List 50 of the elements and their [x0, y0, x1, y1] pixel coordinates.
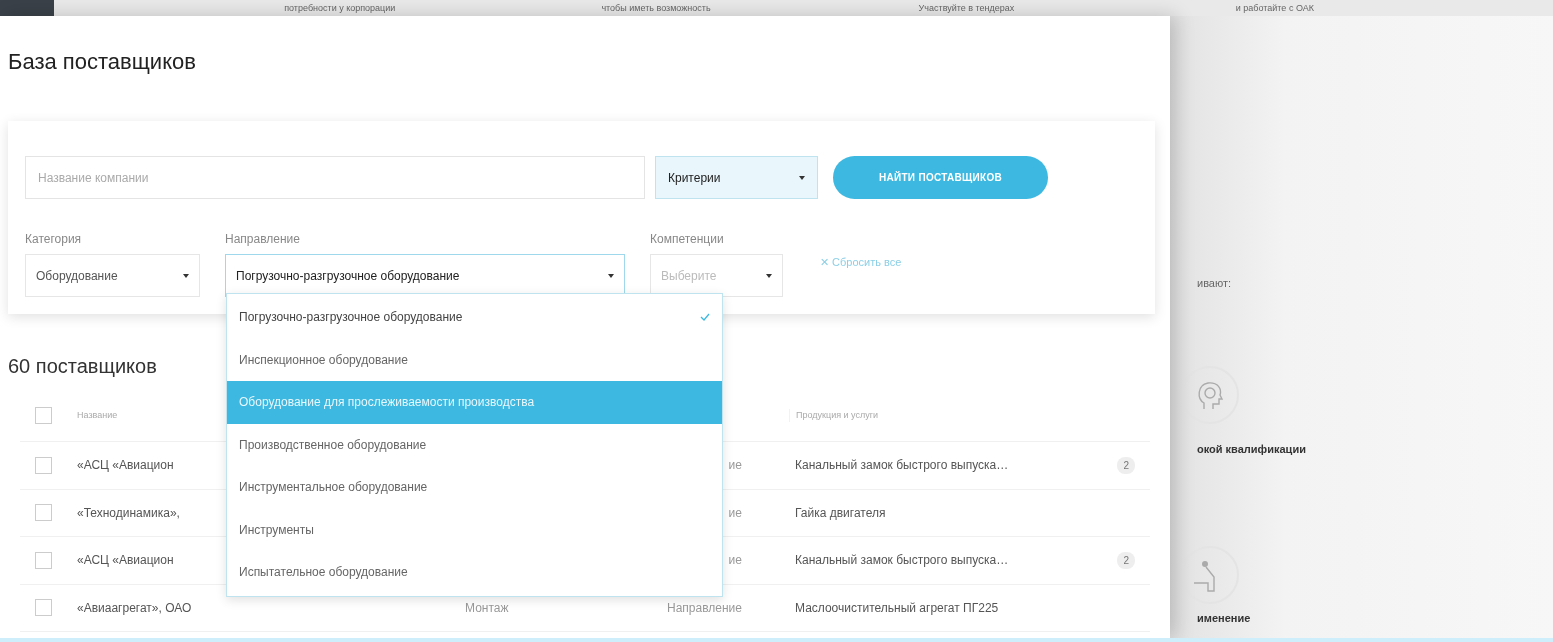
table-cell-text: Гайка двигателя [795, 504, 886, 522]
filter-label: Компетенции [650, 232, 725, 246]
filter-label: Направление [225, 232, 301, 246]
table-cell: «АСЦ «Авиацион [77, 553, 174, 568]
checkbox[interactable] [35, 599, 52, 617]
dark-block [0, 0, 55, 16]
dropdown-option[interactable]: Инструменты [227, 508, 722, 551]
page-title: База поставщиков [8, 48, 197, 76]
table-cell: Монтаж [465, 600, 509, 615]
checkbox[interactable] [35, 407, 52, 424]
caret-icon [766, 273, 772, 278]
caret-icon [608, 273, 614, 278]
feature-title: окой квалификации [1197, 442, 1307, 456]
checkbox[interactable] [35, 504, 52, 522]
filter-label: Категория [25, 232, 83, 246]
table-cell-text: Канальный замок быстрого выпуска… [795, 457, 1009, 475]
column-header: Продукция и услуги [789, 408, 878, 423]
search-field[interactable]: Название компании [25, 156, 645, 199]
feature-title: именение [1197, 611, 1252, 625]
banner-text: чтобы иметь возможность [601, 3, 712, 13]
table-cell-text: Маслоочистительный агрегат ПГ225 [795, 599, 999, 617]
table-cell: «Технодинамика», [77, 505, 180, 520]
table-cell: Направление [667, 600, 742, 615]
dropdown-option[interactable]: Инструментальное оборудование [227, 466, 722, 509]
table-cell: ие [728, 553, 742, 568]
banner-text: и работайте с ОАК [1235, 3, 1315, 13]
filter-select[interactable]: Оборудование [25, 254, 200, 297]
caret-icon [799, 175, 805, 180]
criteria-select[interactable]: Критерии [655, 156, 818, 199]
banner-text: потребности у корпорации [284, 3, 397, 13]
checkbox[interactable] [35, 456, 52, 474]
checkbox[interactable] [35, 551, 52, 569]
table-cell: ие [728, 505, 742, 520]
dropdown-option[interactable]: Инспекционное оборудование [227, 338, 722, 381]
count-badge: 2 [1117, 551, 1135, 569]
table-cell-text: Канальный замок быстрого выпуска… [795, 552, 1009, 570]
table-cell: «Авиаагрегат», ОАО [77, 600, 192, 615]
dropdown-option[interactable]: Испытательное оборудование [227, 551, 722, 594]
banner-text: Участвуйте в тендерах [918, 3, 1016, 13]
table-cell: ие [728, 458, 742, 473]
dropdown-option[interactable]: Производственное оборудование [227, 423, 722, 466]
table-cell: «АСЦ «Авиацион [77, 458, 174, 473]
column-header: Название [77, 409, 118, 420]
check-icon [700, 313, 710, 322]
caret-icon [183, 273, 189, 278]
intro-text: ивают: [1197, 276, 1233, 290]
dropdown-option[interactable]: Погрузочно-разгрузочное оборудование [227, 296, 722, 339]
results-count: 60 поставщиков [8, 354, 157, 378]
filter-select[interactable]: Погрузочно-разгрузочное оборудование [225, 254, 625, 297]
count-badge: 2 [1117, 456, 1135, 474]
